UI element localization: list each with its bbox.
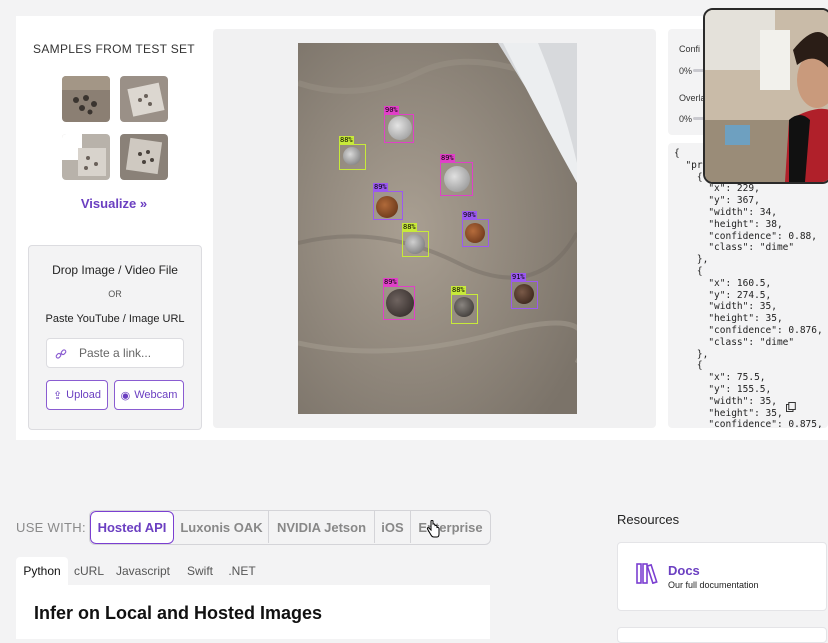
books-icon xyxy=(636,562,660,585)
presenter-video xyxy=(703,8,828,184)
link-icon xyxy=(55,347,67,359)
detection-box: 89% xyxy=(373,183,403,220)
language-tabs: Python cURL Javascript Swift .NET xyxy=(16,557,316,585)
link-placeholder: Paste a link... xyxy=(79,346,152,360)
code-panel: Infer on Local and Hosted Images xyxy=(16,585,490,639)
webcam-button[interactable]: ◉ Webcam xyxy=(114,380,184,410)
upload-label: Upload xyxy=(66,389,102,401)
option-ios[interactable]: iOS xyxy=(375,511,411,543)
detection-box: 90% xyxy=(384,106,414,143)
paste-label: Paste YouTube / Image URL xyxy=(45,313,185,325)
detection-label: 89% xyxy=(373,183,388,192)
docs-subtitle: Our full documentation xyxy=(668,580,759,590)
overlap-value: 0% xyxy=(679,114,693,124)
or-label: OR xyxy=(108,289,122,299)
json-output-panel: { "pre { "x": 229, "y": 367, "width": 34… xyxy=(668,143,828,428)
detection-label: 88% xyxy=(402,223,417,232)
detection-label: 91% xyxy=(511,273,526,282)
json-output: { "pre { "x": 229, "y": 367, "width": 34… xyxy=(674,148,823,428)
tab-dotnet[interactable]: .NET xyxy=(222,557,262,585)
option-luxonis-oak[interactable]: Luxonis OAK xyxy=(175,511,269,543)
detection-label: 88% xyxy=(339,136,354,145)
confidence-label: Confi xyxy=(679,44,701,54)
sample-thumb-1[interactable] xyxy=(62,76,110,122)
upload-icon: ⇪ xyxy=(52,389,63,402)
upload-button[interactable]: ⇪ Upload xyxy=(46,380,108,410)
visualize-link[interactable]: Visualize » xyxy=(28,196,200,211)
detection-box: 88% xyxy=(339,136,366,170)
sample-thumb-2[interactable] xyxy=(120,76,168,122)
inference-image: 90% 88% 89% 89% 88% 90% 89% 88% 91% xyxy=(298,43,577,414)
confidence-value: 0% xyxy=(679,66,693,76)
option-enterprise[interactable]: Enterprise xyxy=(411,511,490,543)
detection-box: 90% xyxy=(462,211,489,247)
tab-curl[interactable]: cURL xyxy=(70,557,108,585)
tab-swift[interactable]: Swift xyxy=(178,557,222,585)
samples-title: SAMPLES FROM TEST SET xyxy=(33,42,195,56)
sample-thumb-4[interactable] xyxy=(120,134,168,180)
drop-label: Drop Image / Video File xyxy=(52,263,178,277)
detection-box: 88% xyxy=(451,286,478,324)
pointer-cursor-icon xyxy=(426,519,440,538)
detection-label: 90% xyxy=(462,211,477,220)
overlap-label: Overla xyxy=(679,93,706,103)
option-hosted-api[interactable]: Hosted API xyxy=(90,511,174,544)
resource-card-next[interactable] xyxy=(617,627,827,643)
detection-label: 90% xyxy=(384,106,399,115)
link-input[interactable]: Paste a link... xyxy=(46,338,184,368)
detection-box: 91% xyxy=(511,273,538,309)
resources-title: Resources xyxy=(617,512,680,527)
copy-icon[interactable] xyxy=(786,399,796,412)
webcam-icon: ◉ xyxy=(120,389,131,402)
tab-javascript[interactable]: Javascript xyxy=(110,557,176,585)
code-panel-heading: Infer on Local and Hosted Images xyxy=(34,603,323,623)
detection-label: 89% xyxy=(383,278,398,287)
detection-box: 88% xyxy=(402,223,429,257)
detection-label: 89% xyxy=(440,154,455,163)
sample-thumb-3[interactable] xyxy=(62,134,110,180)
tab-python[interactable]: Python xyxy=(16,557,68,585)
detection-label: 88% xyxy=(451,286,466,295)
option-nvidia-jetson[interactable]: NVIDIA Jetson xyxy=(269,511,375,543)
docs-card[interactable]: Docs Our full documentation xyxy=(617,542,827,611)
webcam-label: Webcam xyxy=(134,389,178,401)
detection-box: 89% xyxy=(440,154,473,196)
docs-title: Docs xyxy=(668,563,700,578)
use-with-label: USE WITH: xyxy=(16,520,86,535)
detection-box: 89% xyxy=(383,278,415,320)
